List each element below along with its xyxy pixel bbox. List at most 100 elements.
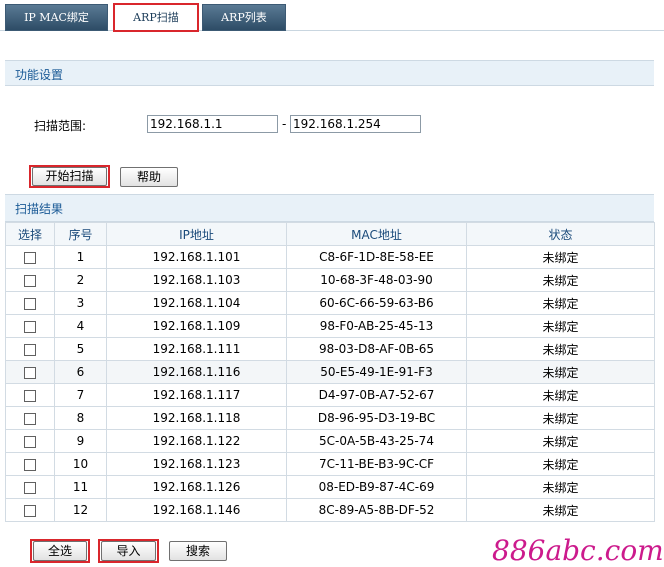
row-mac: D4-97-0B-A7-52-67	[286, 383, 467, 407]
row-checkbox[interactable]	[24, 320, 36, 333]
row-select-cell	[5, 337, 55, 361]
row-status: 未绑定	[466, 268, 655, 292]
row-select-cell	[5, 383, 55, 407]
row-ip: 192.168.1.122	[106, 429, 287, 453]
table-row: 11 192.168.1.126 08-ED-B9-87-4C-69 未绑定	[5, 475, 655, 499]
range-end-input[interactable]	[290, 115, 421, 133]
table-row: 6 192.168.1.116 50-E5-49-1E-91-F3 未绑定	[5, 360, 655, 384]
row-number: 9	[54, 429, 107, 453]
row-ip: 192.168.1.104	[106, 291, 287, 315]
table-row: 1 192.168.1.101 C8-6F-1D-8E-58-EE 未绑定	[5, 245, 655, 269]
row-mac: 5C-0A-5B-43-25-74	[286, 429, 467, 453]
import-button[interactable]: 导入	[101, 541, 156, 561]
col-header-status: 状态	[466, 222, 655, 246]
row-status: 未绑定	[466, 406, 655, 430]
col-header-mac: MAC地址	[286, 222, 467, 246]
col-header-number: 序号	[54, 222, 107, 246]
row-mac: 50-E5-49-1E-91-F3	[286, 360, 467, 384]
row-checkbox[interactable]	[24, 297, 36, 310]
row-select-cell	[5, 475, 55, 499]
row-checkbox[interactable]	[24, 251, 36, 264]
row-mac: 98-F0-AB-25-45-13	[286, 314, 467, 338]
watermark: 886abc.com	[492, 534, 664, 567]
row-ip: 192.168.1.101	[106, 245, 287, 269]
col-header-ip: IP地址	[106, 222, 287, 246]
row-status: 未绑定	[466, 314, 655, 338]
row-ip: 192.168.1.109	[106, 314, 287, 338]
row-mac: 08-ED-B9-87-4C-69	[286, 475, 467, 499]
row-select-cell	[5, 291, 55, 315]
range-start-input[interactable]	[147, 115, 278, 133]
row-ip: 192.168.1.116	[106, 360, 287, 384]
row-status: 未绑定	[466, 498, 655, 522]
results-section-title: 扫描结果	[15, 202, 64, 216]
row-checkbox[interactable]	[24, 458, 36, 471]
row-number: 3	[54, 291, 107, 315]
row-number: 8	[54, 406, 107, 430]
row-mac: 60-6C-66-59-63-B6	[286, 291, 467, 315]
row-ip: 192.168.1.111	[106, 337, 287, 361]
row-checkbox[interactable]	[24, 504, 36, 517]
table-row: 10 192.168.1.123 7C-11-BE-B3-9C-CF 未绑定	[5, 452, 655, 476]
row-status: 未绑定	[466, 245, 655, 269]
row-select-cell	[5, 406, 55, 430]
row-select-cell	[5, 429, 55, 453]
row-status: 未绑定	[466, 475, 655, 499]
table-row: 7 192.168.1.117 D4-97-0B-A7-52-67 未绑定	[5, 383, 655, 407]
row-status: 未绑定	[466, 360, 655, 384]
row-number: 10	[54, 452, 107, 476]
table-row: 4 192.168.1.109 98-F0-AB-25-45-13 未绑定	[5, 314, 655, 338]
row-checkbox[interactable]	[24, 343, 36, 356]
col-header-select: 选择	[5, 222, 55, 246]
row-number: 5	[54, 337, 107, 361]
row-status: 未绑定	[466, 452, 655, 476]
row-select-cell	[5, 360, 55, 384]
table-row: 2 192.168.1.103 10-68-3F-48-03-90 未绑定	[5, 268, 655, 292]
tab-ip-mac-binding[interactable]: IP MAC绑定	[5, 4, 108, 31]
search-button[interactable]: 搜索	[169, 541, 227, 561]
results-section-header: 扫描结果	[5, 194, 654, 222]
tab-arp-scan[interactable]: ARP扫描	[113, 3, 199, 32]
row-status: 未绑定	[466, 383, 655, 407]
row-checkbox[interactable]	[24, 412, 36, 425]
row-mac: C8-6F-1D-8E-58-EE	[286, 245, 467, 269]
tab-bar: IP MAC绑定 ARP扫描 ARP列表	[0, 0, 664, 32]
select-all-button[interactable]: 全选	[33, 541, 87, 561]
row-mac: 7C-11-BE-B3-9C-CF	[286, 452, 467, 476]
table-row: 8 192.168.1.118 D8-96-95-D3-19-BC 未绑定	[5, 406, 655, 430]
row-number: 1	[54, 245, 107, 269]
row-status: 未绑定	[466, 291, 655, 315]
row-number: 11	[54, 475, 107, 499]
table-header-row: 选择 序号 IP地址 MAC地址 状态	[5, 222, 655, 246]
tab-arp-list[interactable]: ARP列表	[202, 4, 286, 31]
row-status: 未绑定	[466, 429, 655, 453]
row-select-cell	[5, 452, 55, 476]
range-separator: -	[282, 117, 287, 131]
row-checkbox[interactable]	[24, 389, 36, 402]
row-number: 6	[54, 360, 107, 384]
row-ip: 192.168.1.103	[106, 268, 287, 292]
row-select-cell	[5, 268, 55, 292]
table-row: 12 192.168.1.146 8C-89-A5-8B-DF-52 未绑定	[5, 498, 655, 522]
row-select-cell	[5, 498, 55, 522]
start-scan-button[interactable]: 开始扫描	[32, 167, 107, 186]
row-checkbox[interactable]	[24, 481, 36, 494]
row-number: 12	[54, 498, 107, 522]
row-ip: 192.168.1.126	[106, 475, 287, 499]
row-ip: 192.168.1.118	[106, 406, 287, 430]
row-checkbox[interactable]	[24, 435, 36, 448]
row-ip: 192.168.1.117	[106, 383, 287, 407]
row-mac: D8-96-95-D3-19-BC	[286, 406, 467, 430]
row-select-cell	[5, 314, 55, 338]
row-mac: 10-68-3F-48-03-90	[286, 268, 467, 292]
row-checkbox[interactable]	[24, 366, 36, 379]
results-table: 选择 序号 IP地址 MAC地址 状态 1 192.168.1.101 C8-6F-…	[5, 222, 655, 522]
table-row: 9 192.168.1.122 5C-0A-5B-43-25-74 未绑定	[5, 429, 655, 453]
row-mac: 8C-89-A5-8B-DF-52	[286, 498, 467, 522]
row-checkbox[interactable]	[24, 274, 36, 287]
help-button[interactable]: 帮助	[120, 167, 178, 187]
settings-section-title: 功能设置	[15, 68, 64, 82]
table-row: 5 192.168.1.111 98-03-D8-AF-0B-65 未绑定	[5, 337, 655, 361]
settings-section-header: 功能设置	[5, 60, 654, 86]
table-row: 3 192.168.1.104 60-6C-66-59-63-B6 未绑定	[5, 291, 655, 315]
